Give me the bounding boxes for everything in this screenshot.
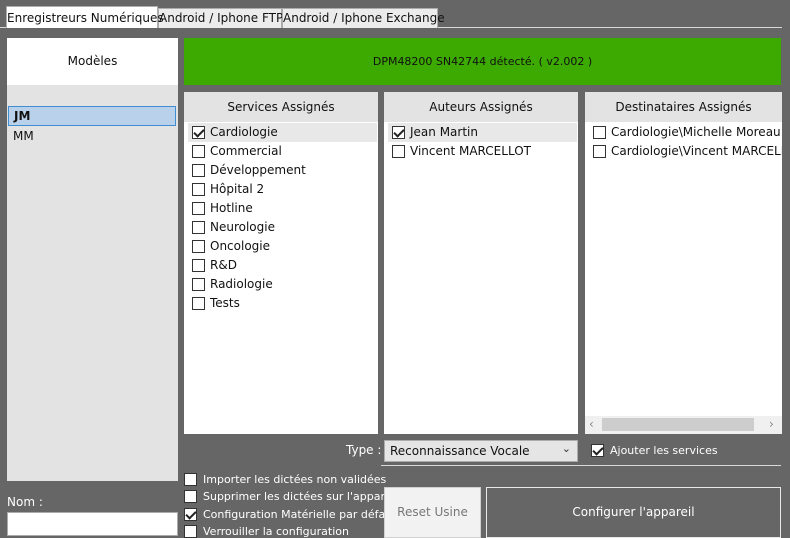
tab-bar: Enregistreurs Numériques Android / Iphon… — [0, 0, 790, 28]
list-item-label: Hôpital 2 — [210, 182, 265, 196]
services-header: Services Assignés — [184, 92, 378, 122]
option-label: Configuration Matérielle par défaut — [203, 507, 397, 521]
list-item-label: R&D — [210, 258, 237, 272]
checkbox-icon[interactable] — [192, 259, 205, 272]
list-item-label: Vincent MARCELLOT — [410, 144, 531, 158]
option-label: Verrouiller la configuration — [203, 524, 349, 538]
name-label: Nom : — [7, 495, 43, 509]
list-item[interactable]: Développement — [188, 161, 377, 180]
list-item-label: Cardiologie\Vincent MARCELLOT — [611, 144, 782, 158]
list-item-label: Jean Martin — [410, 125, 478, 139]
list-item-label: Tests — [210, 296, 240, 310]
configure-device-button[interactable]: Configurer l'appareil — [486, 487, 781, 538]
divider — [381, 465, 781, 466]
list-item[interactable]: Cardiologie\Michelle Moreau — [589, 123, 782, 142]
models-header: Modèles — [67, 54, 118, 68]
checkbox-icon[interactable] — [591, 444, 604, 457]
list-item[interactable]: Commercial — [188, 142, 377, 161]
list-item[interactable]: Radiologie — [188, 275, 377, 294]
list-item-label: Commercial — [210, 144, 282, 158]
list-item[interactable]: Neurologie — [188, 218, 377, 237]
type-label: Type : — [346, 443, 382, 457]
device-status-banner: DPM48200 SN42744 détecté. ( v2.002 ) — [184, 38, 781, 85]
list-item[interactable]: Cardiologie\Vincent MARCELLOT — [589, 142, 782, 161]
option-label: Supprimer les dictées sur l'appareil — [203, 490, 398, 504]
checkbox-icon[interactable] — [192, 297, 205, 310]
list-item[interactable]: Cardiologie — [188, 123, 377, 142]
list-item[interactable]: MM — [8, 127, 176, 146]
model-name: MM — [13, 129, 34, 143]
list-item[interactable]: Jean Martin — [388, 123, 577, 142]
list-item[interactable]: Tests — [188, 294, 377, 313]
checkbox-icon[interactable] — [392, 126, 405, 139]
checkbox-icon[interactable] — [593, 126, 606, 139]
list-item-label: Oncologie — [210, 239, 270, 253]
list-item-label: Radiologie — [210, 277, 273, 291]
list-item-label: Hotline — [210, 201, 253, 215]
list-item-label: Neurologie — [210, 220, 275, 234]
chevron-down-icon: ⌄ — [561, 442, 571, 455]
horizontal-scrollbar[interactable]: ‹ › — [585, 416, 782, 434]
checkbox-icon[interactable] — [184, 507, 197, 521]
list-item-label: Développement — [210, 163, 306, 177]
add-services-label: Ajouter les services — [610, 444, 718, 457]
checkbox-icon[interactable] — [192, 164, 205, 177]
authors-header: Auteurs Assignés — [384, 92, 578, 122]
tab-android-iphone-ftp[interactable]: Android / Iphone FTP — [158, 8, 283, 28]
option-label: Importer les dictées non validées — [203, 473, 387, 486]
checkbox-icon[interactable] — [192, 278, 205, 291]
list-item[interactable]: Vincent MARCELLOT — [388, 142, 577, 161]
list-item[interactable]: Oncologie — [188, 237, 377, 256]
checkbox-icon[interactable] — [184, 473, 197, 486]
checkbox-icon[interactable] — [192, 183, 205, 196]
list-item[interactable]: Hotline — [188, 199, 377, 218]
checkbox-icon[interactable] — [184, 490, 197, 504]
model-name: JM — [14, 109, 31, 123]
authors-panel: Auteurs Assignés Jean Martin Vincent MARC… — [384, 92, 578, 434]
list-item-label: Cardiologie — [210, 125, 278, 139]
list-item-label: Cardiologie\Michelle Moreau — [611, 125, 781, 139]
checkbox-icon[interactable] — [192, 126, 205, 139]
checkbox-icon[interactable] — [192, 145, 205, 158]
list-item[interactable]: Hôpital 2 — [188, 180, 377, 199]
factory-reset-button[interactable]: Reset Usine — [384, 487, 481, 538]
models-header-panel: Modèles — [7, 38, 178, 85]
type-select-value: Reconnaissance Vocale — [390, 444, 530, 458]
scroll-right-icon[interactable]: › — [769, 416, 774, 433]
checkbox-icon[interactable] — [192, 221, 205, 234]
models-list: JM MM — [7, 85, 178, 481]
recipients-header: Destinataires Assignés — [585, 92, 782, 122]
checkbox-icon[interactable] — [192, 202, 205, 215]
list-item[interactable]: R&D — [188, 256, 377, 275]
recipients-panel: Destinataires Assignés Cardiologie\Miche… — [585, 92, 782, 434]
type-select[interactable]: Reconnaissance Vocale ⌄ — [384, 440, 578, 462]
tab-digital-recorders[interactable]: Enregistreurs Numériques — [6, 6, 164, 28]
services-panel: Services Assignés Cardiologie Commercial D… — [184, 92, 378, 434]
scroll-left-icon[interactable]: ‹ — [589, 416, 594, 433]
scrollbar-thumb[interactable] — [602, 418, 754, 431]
checkbox-icon[interactable] — [184, 524, 197, 538]
tab-android-iphone-exchange[interactable]: Android / Iphone Exchange — [282, 8, 445, 28]
checkbox-icon[interactable] — [192, 240, 205, 253]
name-input[interactable] — [7, 512, 178, 536]
checkbox-icon[interactable] — [392, 145, 405, 158]
list-item-selected[interactable]: JM — [8, 106, 176, 126]
checkbox-icon[interactable] — [593, 145, 606, 158]
